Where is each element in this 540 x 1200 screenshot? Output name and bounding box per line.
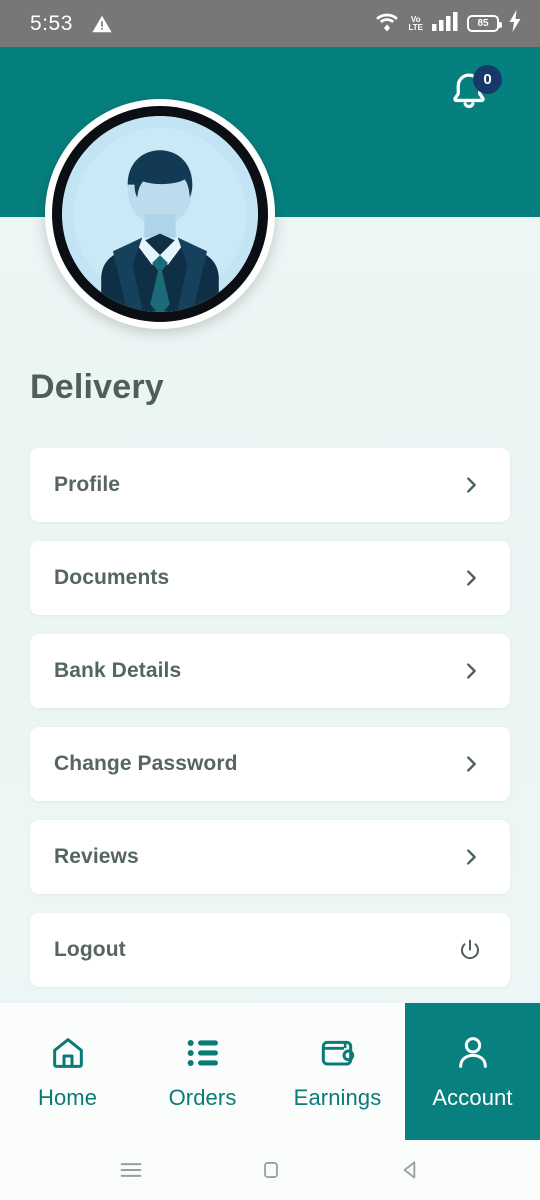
app-root: 5:53 Vo LTE 85 0 Delivery Profile Docume…: [0, 0, 540, 1200]
battery-icon: 85: [467, 15, 502, 32]
status-time: 5:53: [30, 11, 73, 35]
nav-tab-orders[interactable]: Orders: [135, 1003, 270, 1140]
nav-tab-account[interactable]: Account: [405, 1003, 540, 1140]
menu-item-documents[interactable]: Documents: [30, 541, 510, 615]
charging-bolt-icon: [508, 10, 522, 37]
notification-bell-button[interactable]: 0: [446, 65, 502, 121]
power-icon: [458, 938, 482, 962]
menu-item-label: Change Password: [54, 752, 238, 775]
menu-item-label: Reviews: [54, 845, 139, 868]
recents-menu-icon[interactable]: [117, 1156, 145, 1184]
nav-tab-label: Home: [37, 1084, 98, 1110]
chevron-right-icon: [460, 567, 482, 589]
chevron-right-icon: [460, 846, 482, 868]
page-title: Delivery: [30, 368, 164, 406]
status-icons: Vo LTE 85: [375, 10, 522, 37]
menu-item-logout[interactable]: Logout: [30, 913, 510, 987]
menu-item-bank-details[interactable]: Bank Details: [30, 634, 510, 708]
nav-tab-label: Account: [432, 1084, 513, 1110]
avatar[interactable]: [45, 99, 275, 329]
menu-item-profile[interactable]: Profile: [30, 448, 510, 522]
avatar-ring: [52, 106, 268, 322]
menu-item-reviews[interactable]: Reviews: [30, 820, 510, 894]
home-square-icon[interactable]: [258, 1157, 284, 1183]
default-user-avatar-icon: [62, 116, 258, 312]
chevron-right-icon: [460, 753, 482, 775]
account-menu-list: Profile Documents Bank Details Change Pa…: [30, 448, 510, 1006]
chevron-right-icon: [460, 660, 482, 682]
nav-tab-label: Orders: [168, 1084, 237, 1110]
wallet-icon: [318, 1033, 358, 1078]
menu-item-label: Logout: [54, 938, 126, 961]
menu-item-change-password[interactable]: Change Password: [30, 727, 510, 801]
wifi-icon: [375, 11, 399, 36]
chevron-right-icon: [460, 474, 482, 496]
home-icon: [48, 1033, 88, 1078]
nav-tab-home[interactable]: Home: [0, 1003, 135, 1140]
person-icon: [453, 1033, 493, 1078]
notification-badge: 0: [473, 65, 502, 94]
list-icon: [183, 1033, 223, 1078]
bottom-navigation-bar: Home Orders Earnings Account: [0, 1003, 540, 1140]
cellular-signal-icon: [432, 11, 458, 36]
android-system-nav: [0, 1140, 540, 1200]
avatar-image: [62, 116, 258, 312]
back-triangle-icon[interactable]: [397, 1157, 423, 1183]
warning-triangle-icon: [91, 13, 113, 35]
nav-tab-earnings[interactable]: Earnings: [270, 1003, 405, 1140]
menu-item-label: Bank Details: [54, 659, 182, 682]
menu-item-label: Profile: [54, 473, 121, 496]
menu-item-label: Documents: [54, 566, 170, 589]
status-bar: 5:53 Vo LTE 85: [0, 0, 540, 47]
nav-tab-label: Earnings: [293, 1084, 382, 1110]
volte-icon: Vo LTE: [408, 14, 423, 32]
